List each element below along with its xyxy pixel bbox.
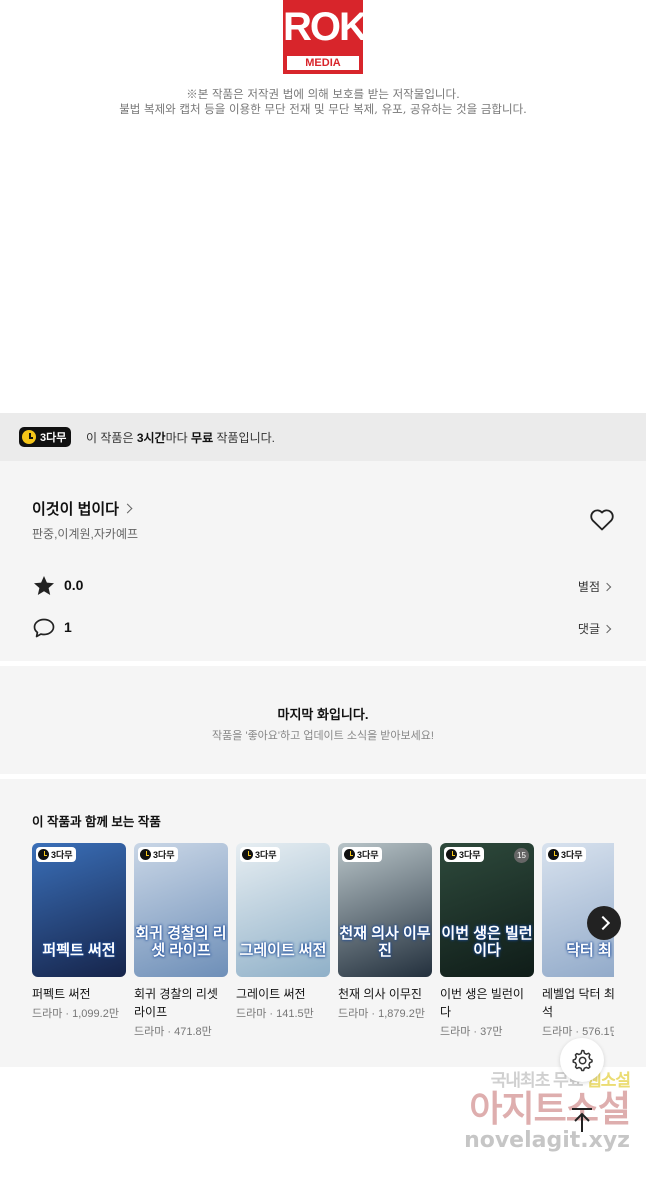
card-title: 회귀 경찰의 리셋 라이프 bbox=[134, 987, 218, 1019]
wait-free-badge: 3다무 bbox=[36, 847, 76, 862]
card-meta: 드라마 · 1,879.2만 bbox=[338, 1008, 425, 1020]
chevron-right-icon bbox=[122, 503, 133, 514]
work-title-link[interactable]: 이것이 법이다 bbox=[32, 498, 133, 519]
chevron-right-icon bbox=[602, 582, 612, 591]
clock-icon bbox=[446, 849, 457, 860]
clock-icon bbox=[242, 849, 253, 860]
card-title: 레벨업 닥터 최기석 bbox=[542, 987, 614, 1019]
free-banner-text: 이 작품은 3시간마다 무료 작품입니다. bbox=[86, 431, 275, 445]
clock-icon bbox=[344, 849, 355, 860]
recommendations-carousel: 3다무 퍼펙트 써전 퍼펙트 써전 드라마 · 1,099.2만 3다무 회귀 … bbox=[32, 843, 614, 1053]
work-authors: 판중,이계원,자카예프 bbox=[32, 527, 139, 541]
rating-value: 0.0 bbox=[64, 577, 84, 593]
recommendation-card[interactable]: 3다무 그레이트 써전 그레이트 써전 드라마 · 141.5만 bbox=[236, 843, 330, 1021]
gear-icon bbox=[572, 1049, 593, 1072]
wait-free-badge: 3다무 bbox=[240, 847, 280, 862]
age-rating-badge: 15 bbox=[514, 848, 529, 863]
wait-free-badge: 3다무 bbox=[342, 847, 382, 862]
settings-button[interactable] bbox=[560, 1038, 604, 1082]
copyright-notice: ※본 작품은 저작권 법에 의해 보호를 받는 저작물입니다. 불법 복제와 캡… bbox=[119, 87, 527, 116]
wait-free-badge: 3다무 bbox=[138, 847, 178, 862]
star-icon bbox=[34, 576, 54, 595]
recommendation-card[interactable]: 3다무 15 이번 생은 빌런이다 이번 생은 빌런이다 드라마 · 37만 bbox=[440, 843, 534, 1039]
cover-thumbnail: 3다무 퍼펙트 써전 bbox=[32, 843, 126, 977]
recommendation-card[interactable]: 3다무 회귀 경찰의 리셋 라이프 회귀 경찰의 리셋 라이프 드라마 · 47… bbox=[134, 843, 228, 1039]
comment-bubble-icon bbox=[33, 618, 55, 638]
work-info-section: 이것이 법이다 판중,이계원,자카예프 0.0 별점 1 댓글 bbox=[0, 461, 646, 661]
cover-thumbnail: 3다무 그레이트 써전 bbox=[236, 843, 330, 977]
comments-link[interactable]: 댓글 bbox=[578, 620, 612, 637]
publisher-logo: ROK MEDIA bbox=[283, 0, 368, 74]
card-meta: 드라마 · 471.8만 bbox=[134, 1026, 212, 1038]
cover-thumbnail: 3다무 천재 의사 이무진 bbox=[338, 843, 432, 977]
clock-icon bbox=[548, 849, 559, 860]
viewer-page: ROK MEDIA ※본 작품은 저작권 법에 의해 보호를 받는 저작물입니다… bbox=[0, 0, 646, 1183]
clock-icon bbox=[140, 849, 151, 860]
card-title: 천재 의사 이무진 bbox=[338, 987, 422, 1001]
recommendations-section: 이 작품과 함께 보는 작품 3다무 퍼펙트 써전 퍼펙트 써전 드라마 · 1… bbox=[0, 779, 646, 1067]
watermark: 국내최초 무료 웹소설 아지트소설 novelagit.xyz bbox=[464, 1071, 631, 1153]
card-meta: 드라마 · 1,099.2만 bbox=[32, 1008, 119, 1020]
carousel-next-button[interactable] bbox=[587, 906, 621, 940]
recommendation-card[interactable]: 3다무 천재 의사 이무진 천재 의사 이무진 드라마 · 1,879.2만 bbox=[338, 843, 432, 1021]
recommendation-card[interactable]: 3다무 닥터 최 레벨업 닥터 최기석 드라마 · 576.1만 bbox=[542, 843, 614, 1039]
episode-footer-area: ROK MEDIA ※본 작품은 저작권 법에 의해 보호를 받는 저작물입니다… bbox=[0, 0, 646, 413]
free-banner: 3다무 이 작품은 3시간마다 무료 작품입니다. bbox=[0, 413, 646, 461]
wait-free-badge: 3다무 bbox=[444, 847, 484, 862]
like-heart-icon[interactable] bbox=[589, 508, 615, 532]
last-episode-notice: 마지막 화입니다. 작품을 '좋아요'하고 업데이트 소식을 받아보세요! bbox=[0, 666, 646, 774]
cover-thumbnail: 3다무 15 이번 생은 빌런이다 bbox=[440, 843, 534, 977]
card-meta: 드라마 · 576.1만 bbox=[542, 1026, 614, 1038]
rating-link[interactable]: 별점 bbox=[578, 578, 612, 595]
card-title: 그레이트 써전 bbox=[236, 987, 306, 1001]
chevron-right-icon bbox=[602, 624, 612, 633]
scroll-to-top-icon[interactable] bbox=[566, 1104, 598, 1136]
card-title: 이번 생은 빌런이다 bbox=[440, 987, 524, 1019]
rating-row[interactable]: 0.0 별점 bbox=[32, 573, 614, 599]
card-meta: 드라마 · 141.5만 bbox=[236, 1008, 314, 1020]
cover-thumbnail: 3다무 회귀 경찰의 리셋 라이프 bbox=[134, 843, 228, 977]
card-meta: 드라마 · 37만 bbox=[440, 1026, 503, 1038]
card-title: 퍼펙트 써전 bbox=[32, 987, 91, 1001]
recommendations-title: 이 작품과 함께 보는 작품 bbox=[32, 815, 161, 829]
clock-icon bbox=[22, 430, 36, 444]
comments-count: 1 bbox=[64, 619, 72, 635]
wait-free-badge: 3다무 bbox=[546, 847, 586, 862]
clock-icon bbox=[38, 849, 49, 860]
comments-row[interactable]: 1 댓글 bbox=[32, 615, 614, 641]
wait-free-badge: 3다무 bbox=[19, 427, 72, 447]
recommendation-card[interactable]: 3다무 퍼펙트 써전 퍼펙트 써전 드라마 · 1,099.2만 bbox=[32, 843, 126, 1021]
